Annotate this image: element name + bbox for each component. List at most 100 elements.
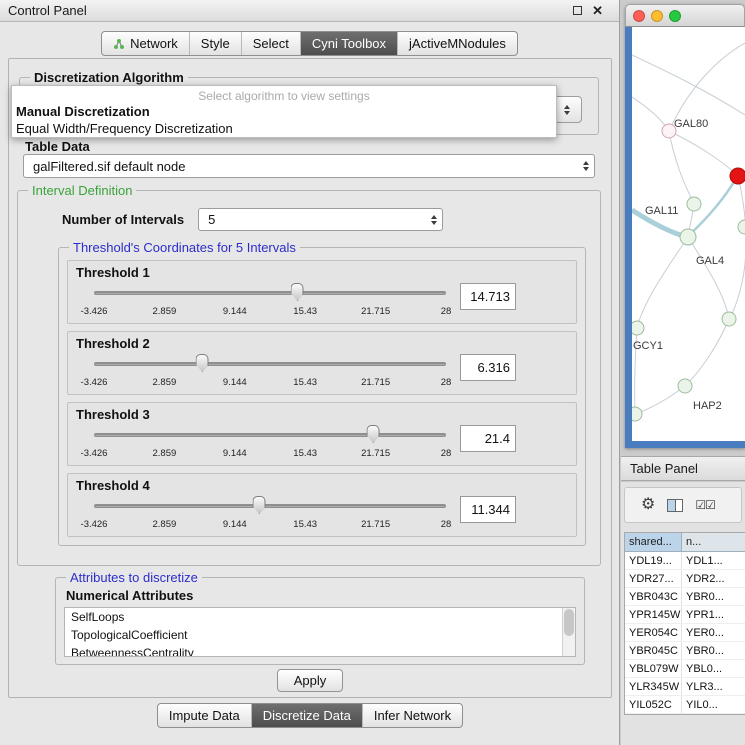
- slider-thumb[interactable]: [196, 354, 209, 372]
- threshold-value-field[interactable]: [460, 354, 516, 381]
- window-buttons: ✕: [573, 4, 603, 17]
- tab-style[interactable]: Style: [189, 32, 241, 55]
- table-row[interactable]: YBR045C YBR0...: [625, 642, 745, 660]
- tab-network[interactable]: Network: [102, 32, 189, 55]
- cell-shared-name[interactable]: YIL052C: [625, 696, 682, 713]
- list-scrollbar[interactable]: [562, 608, 575, 656]
- cell-shared-name[interactable]: YPR145W: [625, 606, 682, 623]
- node-gcy1[interactable]: [632, 321, 644, 335]
- table-data-dropdown[interactable]: galFiltered.sif default node: [23, 154, 595, 178]
- node-gal4[interactable]: [680, 229, 696, 245]
- table-data-value: galFiltered.sif default node: [33, 159, 185, 174]
- zoom-traffic-light[interactable]: [669, 10, 681, 22]
- slider-track[interactable]: [94, 433, 446, 437]
- scale-label: 15.43: [293, 377, 317, 388]
- threshold-label: Threshold 4: [76, 478, 568, 493]
- cell-shared-name[interactable]: YDL19...: [625, 552, 682, 569]
- column-header-shared-name[interactable]: shared...: [625, 533, 682, 551]
- node-selected-red[interactable]: [730, 168, 745, 184]
- cell-shared-name[interactable]: YER054C: [625, 624, 682, 641]
- scale-label: 28: [441, 377, 452, 388]
- float-window-icon[interactable]: [573, 6, 582, 15]
- table-row[interactable]: YPR145W YPR1...: [625, 606, 745, 624]
- apply-button[interactable]: Apply: [277, 669, 343, 692]
- node[interactable]: [632, 407, 642, 421]
- interval-definition-group: Interval Definition Number of Intervals …: [17, 190, 601, 566]
- list-item[interactable]: SelfLoops: [65, 608, 575, 626]
- select-all-checkboxes-icon[interactable]: ☑☑: [695, 499, 715, 511]
- tab-infer-network[interactable]: Infer Network: [362, 704, 462, 727]
- table-row[interactable]: YLR345W YLR3...: [625, 678, 745, 696]
- tab-jactivemnodules[interactable]: jActiveMNodules: [397, 32, 517, 55]
- stepper-icon: [425, 209, 442, 230]
- slider-track[interactable]: [94, 291, 446, 295]
- cell-name[interactable]: YBL0...: [682, 660, 745, 677]
- slider-track[interactable]: [94, 362, 446, 366]
- slider-thumb[interactable]: [253, 496, 266, 514]
- popup-option-manual-discretization[interactable]: Manual Discretization: [12, 103, 556, 120]
- popup-option-equal-width-frequency[interactable]: Equal Width/Frequency Discretization: [12, 120, 556, 137]
- threshold-value-field[interactable]: [460, 425, 516, 452]
- cell-name[interactable]: YPR1...: [682, 606, 745, 623]
- scale-label: 9.144: [223, 448, 247, 459]
- network-nodes[interactable]: [632, 124, 745, 421]
- table-row[interactable]: YBL079W YBL0...: [625, 660, 745, 678]
- minimize-traffic-light[interactable]: [651, 10, 663, 22]
- slider-thumb[interactable]: [291, 283, 304, 301]
- table-row[interactable]: YIL052C YIL0...: [625, 696, 745, 714]
- cell-shared-name[interactable]: YBL079W: [625, 660, 682, 677]
- table-columns-icon[interactable]: [667, 499, 683, 512]
- table-row[interactable]: YDR27... YDR2...: [625, 570, 745, 588]
- cell-shared-name[interactable]: YDR27...: [625, 570, 682, 587]
- threshold-slider[interactable]: -3.426 2.859 9.144 15.43 21.715 28: [92, 352, 448, 390]
- tab-impute-data[interactable]: Impute Data: [158, 704, 251, 727]
- number-of-intervals-dropdown[interactable]: 5: [198, 208, 443, 231]
- table-panel: ⚙ ☑☑ shared... n... YDL19... YDL1... YDR…: [621, 482, 745, 745]
- slider-track[interactable]: [94, 504, 446, 508]
- node[interactable]: [687, 197, 701, 211]
- tab-select[interactable]: Select: [241, 32, 300, 55]
- numerical-attributes-list: SelfLoops TopologicalCoefficient Between…: [64, 607, 576, 657]
- slider-scale: -3.426 2.859 9.144 15.43 21.715 28: [94, 377, 446, 389]
- table-row[interactable]: YER054C YER0...: [625, 624, 745, 642]
- stepper-icon: [577, 155, 594, 177]
- gear-icon[interactable]: ⚙: [641, 497, 655, 513]
- node-label: GAL11: [645, 205, 678, 217]
- tab-discretize-data[interactable]: Discretize Data: [251, 704, 362, 727]
- close-traffic-light[interactable]: [633, 10, 645, 22]
- cell-shared-name[interactable]: YLR345W: [625, 678, 682, 695]
- scrollbar-thumb[interactable]: [564, 609, 574, 636]
- tab-cyni-toolbox[interactable]: Cyni Toolbox: [300, 32, 397, 55]
- slider-thumb[interactable]: [367, 425, 380, 443]
- column-header-name[interactable]: n...: [682, 533, 745, 551]
- list-item[interactable]: BetweennessCentrality: [65, 644, 575, 657]
- stepper-up-icon: [431, 215, 437, 219]
- tab-label: Discretize Data: [263, 708, 351, 723]
- table-row[interactable]: YDL19... YDL1...: [625, 552, 745, 570]
- threshold-value-field[interactable]: [460, 496, 516, 523]
- tab-label: Style: [201, 36, 230, 51]
- cell-name[interactable]: YDR2...: [682, 570, 745, 587]
- node[interactable]: [722, 312, 736, 326]
- threshold-slider[interactable]: -3.426 2.859 9.144 15.43 21.715 28: [92, 281, 448, 319]
- network-canvas[interactable]: GAL80 GAL11 GAL4 GCY1 HAP2: [632, 27, 745, 441]
- cell-name[interactable]: YIL0...: [682, 696, 745, 713]
- top-tabbar: Network Style Select Cyni Toolbox jActiv…: [0, 31, 619, 56]
- table-row[interactable]: YBR043C YBR0...: [625, 588, 745, 606]
- threshold-slider[interactable]: -3.426 2.859 9.144 15.43 21.715 28: [92, 423, 448, 461]
- cell-name[interactable]: YBR0...: [682, 588, 745, 605]
- numerical-attributes-label: Numerical Attributes: [66, 588, 584, 603]
- cell-shared-name[interactable]: YBR043C: [625, 588, 682, 605]
- close-icon[interactable]: ✕: [592, 4, 603, 17]
- threshold-value-field[interactable]: [460, 283, 516, 310]
- cell-shared-name[interactable]: YBR045C: [625, 642, 682, 659]
- cell-name[interactable]: YBR0...: [682, 642, 745, 659]
- node-hap2[interactable]: [678, 379, 692, 393]
- list-item[interactable]: TopologicalCoefficient: [65, 626, 575, 644]
- cell-name[interactable]: YLR3...: [682, 678, 745, 695]
- cell-name[interactable]: YDL1...: [682, 552, 745, 569]
- node[interactable]: [738, 220, 745, 234]
- cell-name[interactable]: YER0...: [682, 624, 745, 641]
- node-table: shared... n... YDL19... YDL1... YDR27...…: [624, 532, 745, 715]
- threshold-slider[interactable]: -3.426 2.859 9.144 15.43 21.715 28: [92, 494, 448, 532]
